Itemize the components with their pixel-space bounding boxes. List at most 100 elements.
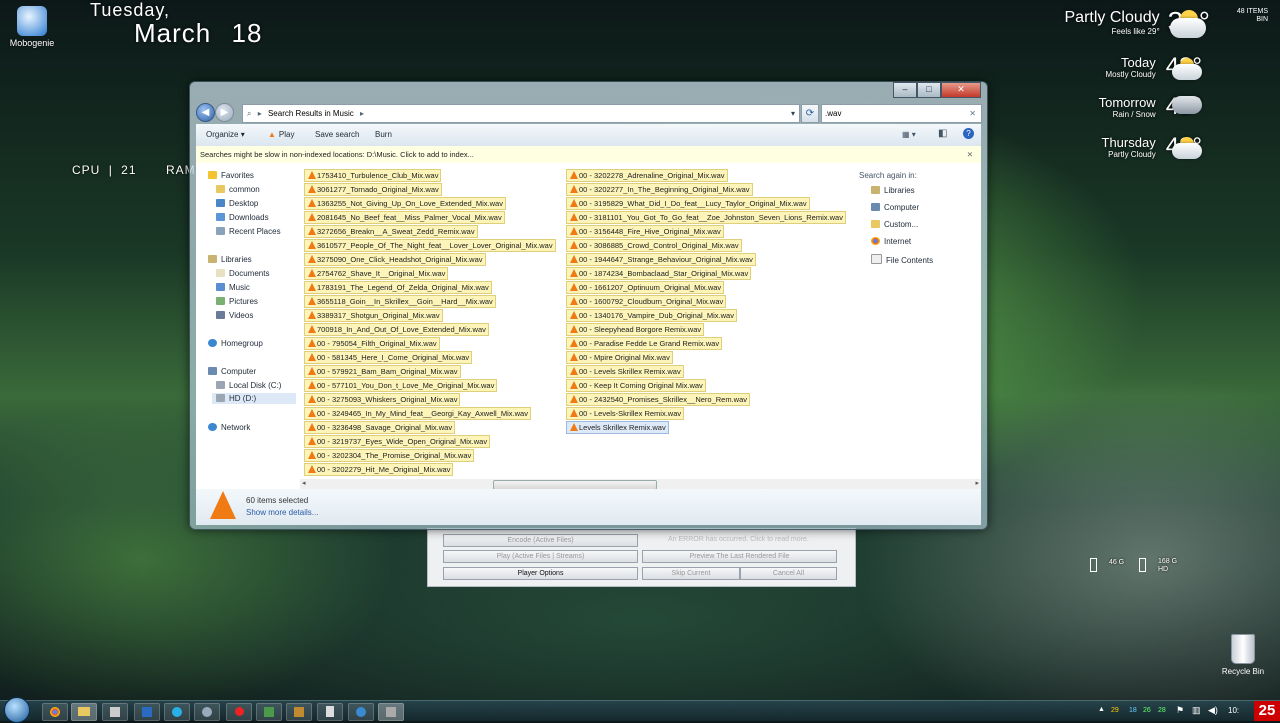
view-options-icon[interactable]: ▦ ▾ (902, 130, 916, 139)
burn-button[interactable]: Burn (375, 130, 392, 139)
player-options-button[interactable]: Player Options (443, 567, 638, 580)
cancel-all-button[interactable]: Cancel All (740, 567, 837, 580)
taskbar-outlook[interactable] (134, 703, 160, 721)
taskbar-steam[interactable] (194, 703, 220, 721)
file-item[interactable]: 00 - Levels-Skrillex Remix.wav (566, 407, 685, 420)
back-button[interactable]: ◀ (196, 103, 215, 122)
file-item[interactable]: 1753410_Turbulence_Club_Mix.wav (304, 169, 442, 182)
nav-libraries[interactable]: Libraries (208, 255, 252, 264)
taskbar-skype[interactable] (164, 703, 190, 721)
file-item[interactable]: 00 - 3202279_Hit_Me_Original_Mix.wav (304, 463, 454, 476)
taskbar-app-dark[interactable] (286, 703, 312, 721)
file-item[interactable]: 00 - 1874234_Bombaclaad_Star_Original_Mi… (566, 267, 752, 280)
file-item[interactable]: 00 - 3202277_In_The_Beginning_Original_M… (566, 183, 753, 196)
file-item[interactable]: 1783191_The_Legend_Of_Zelda_Original_Mix… (304, 281, 492, 294)
breadcrumb[interactable]: Search Results in Music (268, 109, 354, 118)
desktop-icon-mobogenie[interactable]: Mobogenie (4, 6, 60, 48)
play-button[interactable]: Play (Active Files | Streams) (443, 550, 638, 563)
horizontal-scrollbar[interactable]: ◂ ▸ (300, 479, 981, 490)
save-search-button[interactable]: Save search (315, 130, 359, 139)
file-item[interactable]: 00 - 3202278_Adrenaline_Original_Mix.wav (566, 169, 728, 182)
start-button[interactable] (4, 697, 30, 723)
file-item[interactable]: 3272656_Breakn__A_Sweat_Zedd_Remix.wav (304, 225, 478, 238)
taskbar-app-doc[interactable] (317, 703, 343, 721)
search-again-computer[interactable]: Computer (871, 203, 919, 212)
file-item[interactable]: 00 - 1944647_Strange_Behaviour_Original_… (566, 253, 756, 266)
nav-computer[interactable]: Computer (208, 367, 256, 376)
nav-desktop[interactable]: Desktop (216, 199, 258, 208)
file-item[interactable]: 00 - 3086885_Crowd_Control_Original_Mix.… (566, 239, 742, 252)
file-item[interactable]: 00 - 1600792_Cloudburn_Original_Mix.wav (566, 295, 727, 308)
nav-homegroup[interactable]: Homegroup (208, 339, 263, 348)
desktop-icon-recycle-bin[interactable]: Recycle Bin (1218, 634, 1268, 676)
file-item[interactable]: Levels Skrillex Remix.wav (566, 421, 669, 434)
close-button[interactable]: ✕ (941, 82, 981, 98)
close-icon[interactable]: ✕ (967, 146, 973, 163)
volume-icon[interactable]: ◀) (1208, 705, 1218, 716)
file-item[interactable]: 00 - Mpire Original Mix.wav (566, 351, 673, 364)
taskbar-app-green[interactable] (256, 703, 282, 721)
file-item[interactable]: 700918_In_And_Out_Of_Love_Extended_Mix.w… (304, 323, 489, 336)
file-item[interactable]: 00 - 3236498_Savage_Original_Mix.wav (304, 421, 456, 434)
file-item[interactable]: 00 - Sleepyhead Borgore Remix.wav (566, 323, 705, 336)
taskbar-chrome[interactable] (42, 703, 68, 721)
search-input[interactable]: .wav ✕ (821, 104, 982, 123)
nav-music[interactable]: Music (216, 283, 250, 292)
address-bar[interactable]: ⌕ ▸ Search Results in Music ▸ ▾ (242, 104, 800, 123)
scroll-right-icon[interactable]: ▸ (975, 479, 979, 487)
encode-button[interactable]: Encode (Active Files) (443, 534, 638, 547)
forward-button[interactable]: ▶ (215, 103, 234, 122)
file-item[interactable]: 3655118_Goin__In_Skrillex__Goin__Hard__M… (304, 295, 496, 308)
nav-favorites[interactable]: Favorites (208, 171, 254, 180)
file-item[interactable]: 1363255_Not_Giving_Up_On_Love_Extended_M… (304, 197, 506, 210)
taskbar-encoder[interactable] (378, 703, 404, 721)
file-item[interactable]: 2754762_Shave_It__Original_Mix.wav (304, 267, 449, 280)
file-item[interactable]: 00 - 1340176_Vampire_Dub_Original_Mix.wa… (566, 309, 737, 322)
search-again-file-contents[interactable]: File Contents (871, 254, 933, 265)
minimize-button[interactable]: – (893, 82, 917, 98)
organize-menu[interactable]: Organize ▾ (206, 130, 245, 139)
nav-network[interactable]: Network (208, 423, 250, 432)
nav-common[interactable]: common (216, 185, 260, 194)
file-item[interactable]: 2081645_No_Beef_feat__Miss_Palmer_Vocal_… (304, 211, 505, 224)
file-item[interactable]: 00 - Paradise Fedde Le Grand Remix.wav (566, 337, 723, 350)
nav-documents[interactable]: Documents (216, 269, 269, 278)
taskbar-app-blue[interactable] (348, 703, 374, 721)
clock[interactable]: 10: (1228, 706, 1239, 715)
skip-current-button[interactable]: Skip Current (642, 567, 740, 580)
taskbar-explorer[interactable] (71, 703, 97, 721)
file-item[interactable]: 00 - 3195829_What_Did_I_Do_feat__Lucy_Ta… (566, 197, 810, 210)
file-item[interactable]: 00 - 2432540_Promises_Skrillex__Nero_Rem… (566, 393, 750, 406)
action-center-icon[interactable]: ⚑ (1176, 705, 1184, 716)
scroll-left-icon[interactable]: ◂ (302, 479, 306, 487)
file-item[interactable]: 00 - 3156448_Fire_Hive_Original_Mix.wav (566, 225, 724, 238)
file-item[interactable]: 00 - 3181101_You_Got_To_Go_feat__Zoe_Joh… (566, 211, 846, 224)
file-item[interactable]: 00 - Keep It Coming Original Mix.wav (566, 379, 706, 392)
nav-pictures[interactable]: Pictures (216, 297, 258, 306)
show-more-details-link[interactable]: Show more details... (246, 508, 318, 517)
search-again-custom[interactable]: Custom... (871, 220, 918, 229)
file-item[interactable]: 00 - Levels Skrillex Remix.wav (566, 365, 684, 378)
refresh-button[interactable]: ⟳ (801, 104, 819, 123)
file-item[interactable]: 00 - 795054_Filth_Original_Mix.wav (304, 337, 440, 350)
file-item[interactable]: 3610577_People_Of_The_Night_feat__Lover_… (304, 239, 556, 252)
preview-button[interactable]: Preview The Last Rendered File (642, 550, 837, 563)
taskbar-app[interactable] (102, 703, 128, 721)
file-item[interactable]: 00 - 3202304_The_Promise_Original_Mix.wa… (304, 449, 475, 462)
search-again-internet[interactable]: Internet (871, 237, 911, 246)
file-item[interactable]: 3389317_Shotgun_Original_Mix.wav (304, 309, 443, 322)
file-item[interactable]: 00 - 1661207_Optinuum_Original_Mix.wav (566, 281, 725, 294)
chevron-down-icon[interactable]: ▾ (791, 105, 795, 122)
file-item[interactable]: 3061277_Tornado_Original_Mix.wav (304, 183, 442, 196)
nav-recent-places[interactable]: Recent Places (216, 227, 281, 236)
file-item[interactable]: 00 - 3275093_Whiskers_Original_Mix.wav (304, 393, 461, 406)
nav-videos[interactable]: Videos (216, 311, 253, 320)
play-command[interactable]: ▲ Play (268, 130, 294, 139)
search-again-libraries[interactable]: Libraries (871, 186, 915, 195)
clear-search-icon[interactable]: ✕ (969, 105, 976, 122)
nav-hd-d[interactable]: HD (D:) (212, 393, 296, 404)
taskbar-app-red[interactable] (226, 703, 252, 721)
file-item[interactable]: 00 - 579921_Bam_Bam_Original_Mix.wav (304, 365, 461, 378)
help-icon[interactable]: ? (963, 128, 974, 139)
file-item[interactable]: 00 - 577101_You_Don_t_Love_Me_Original_M… (304, 379, 498, 392)
